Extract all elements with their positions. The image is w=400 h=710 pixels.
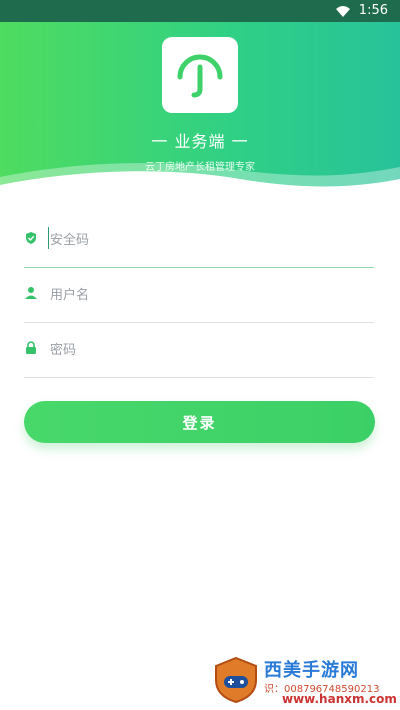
- site-watermark: 西美手游网 识：00879674859021​3 www.hanxm.com: [212, 652, 397, 708]
- field-underline: [24, 322, 374, 323]
- wifi-icon: [335, 5, 350, 17]
- password-input[interactable]: [48, 337, 372, 363]
- umbrella-icon: [177, 54, 223, 98]
- status-right: 1:56: [335, 3, 388, 18]
- field-underline: [24, 377, 374, 378]
- username-input[interactable]: [48, 282, 372, 308]
- status-bar: 1:56: [0, 0, 400, 22]
- watermark-title: 西美手游网: [264, 660, 359, 681]
- app-logo: [162, 37, 238, 113]
- lock-icon: [26, 341, 36, 354]
- gamepad-shield-icon: [215, 656, 257, 704]
- security-code-field[interactable]: [24, 214, 374, 268]
- password-field[interactable]: [24, 324, 374, 378]
- watermark-url: www.hanxm.com: [282, 692, 397, 706]
- security-code-input[interactable]: [48, 227, 372, 253]
- text-caret: [48, 227, 49, 249]
- username-field[interactable]: [24, 269, 374, 323]
- field-underline: [24, 266, 374, 268]
- header-wave: [0, 163, 400, 200]
- login-button[interactable]: 登录: [24, 401, 375, 443]
- hero-header: 一 业务端 一 云丁房地产长租管理专家: [0, 22, 400, 200]
- shield-icon: [26, 232, 36, 244]
- status-time: 1:56: [358, 3, 388, 18]
- user-icon: [25, 287, 37, 299]
